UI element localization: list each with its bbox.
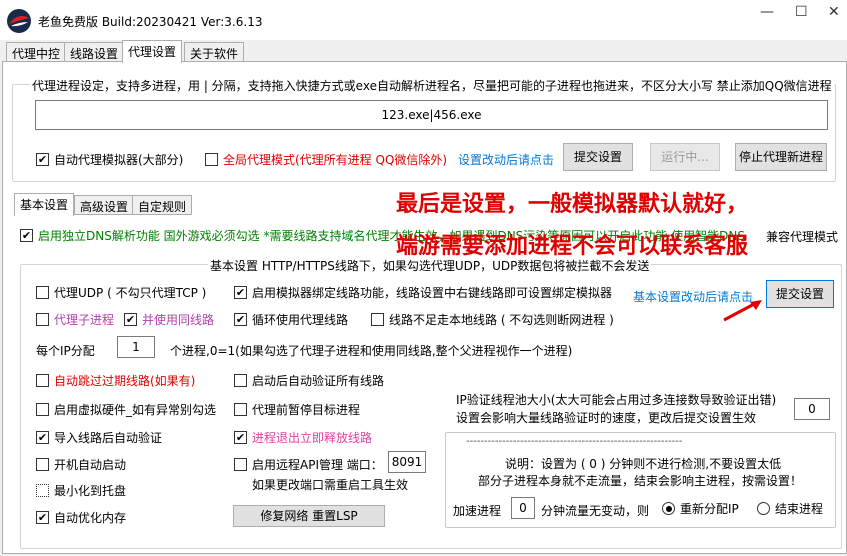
checkbox-checked-icon: ✔: [36, 153, 49, 166]
repair-network-button[interactable]: 修复网络 重置LSP: [233, 505, 385, 527]
bind-emulator-checkbox[interactable]: ✔ 启用模拟器绑定线路功能，线路设置中右键线路即可设置绑定模拟器: [234, 284, 612, 301]
cycle-lines-checkbox[interactable]: ✔ 循环使用代理线路: [234, 311, 348, 328]
pause-target-checkbox[interactable]: 代理前暂停目标进程: [234, 401, 360, 418]
radio-empty-icon: [757, 502, 770, 515]
checkbox-checked-icon: ✔: [36, 511, 49, 524]
checkbox-checked-icon: ✔: [36, 431, 49, 444]
verify-on-start-checkbox[interactable]: 启动后自动验证所有线路: [234, 372, 384, 389]
running-button[interactable]: 运行中...: [650, 143, 720, 171]
per-ip-input[interactable]: 1: [117, 336, 155, 358]
checkbox-empty-icon: [234, 374, 247, 387]
proxy-process-group-title: 代理进程设定，支持多进程，用 | 分隔，支持拖入快捷方式或exe自动解析进程名，…: [30, 77, 834, 94]
note-line-2: 部分子进程本身就不走流量，结束会影响主进程，按需设置！: [478, 474, 803, 488]
pool-title: IP验证线程池大小(太大可能会占用过多连接数导致验证出错): [456, 393, 777, 407]
accel-desc: 分钟流量无变动，则: [541, 504, 650, 518]
stop-proxy-button[interactable]: 停止代理新进程: [735, 143, 827, 171]
radio-selected-icon: [662, 502, 675, 515]
maximize-button[interactable]: ☐: [795, 4, 808, 20]
per-ip-desc: 个进程,0=1(如果勾选了代理子进程和使用同线路,整个父进程视作一个进程): [170, 344, 573, 358]
verify-after-import-checkbox[interactable]: ✔ 导入线路后自动验证: [36, 429, 162, 446]
checkbox-checked-icon: ✔: [20, 229, 33, 242]
overlay-line-2: 端游需要添加进程不会可以联系客服: [396, 234, 749, 259]
fish-logo-icon: [7, 9, 31, 33]
auto-emulator-checkbox[interactable]: ✔ 自动代理模拟器(大部分): [36, 151, 183, 168]
tab-about[interactable]: 关于软件: [184, 42, 245, 62]
pool-desc: 设置会影响大量线路验证时的速度，更改后提交设置生效: [456, 411, 757, 425]
checkbox-checked-icon: ✔: [234, 286, 247, 299]
proxy-udp-checkbox[interactable]: 代理UDP ( 不勾只代理TCP ): [36, 284, 206, 301]
checkbox-empty-icon: [36, 403, 49, 416]
checkbox-empty-icon: [36, 374, 49, 387]
auto-optimize-checkbox[interactable]: ✔ 自动优化内存: [36, 509, 126, 526]
port-note: 如果更改端口需重启工具生效: [252, 478, 409, 492]
process-hint: 设置改动后请点击: [458, 153, 555, 167]
per-ip-label: 每个IP分配: [36, 344, 95, 358]
dash-line: ----------------------------------------…: [466, 436, 683, 447]
close-button[interactable]: ✕: [828, 4, 840, 20]
accel-minutes-input[interactable]: 0: [511, 497, 535, 519]
subtab-advanced[interactable]: 高级设置: [74, 195, 135, 215]
checkbox-empty-icon: [205, 153, 218, 166]
tab-lines[interactable]: 线路设置: [64, 42, 125, 62]
release-on-exit-checkbox[interactable]: ✔ 进程退出立即释放线路: [234, 429, 372, 446]
port-input[interactable]: 8091: [388, 451, 426, 473]
tab-control[interactable]: 代理中控: [6, 42, 67, 62]
same-line-checkbox[interactable]: ✔ 并使用同线路: [124, 311, 214, 328]
global-mode-checkbox[interactable]: 全局代理模式(代理所有进程 QQ微信除外): [205, 151, 447, 168]
checkbox-empty-icon: [36, 286, 49, 299]
skip-expired-checkbox[interactable]: 自动跳过过期线路(如果有): [36, 372, 195, 389]
subtab-custom-rules[interactable]: 自定规则: [132, 195, 193, 215]
checkbox-checked-icon: ✔: [124, 313, 137, 326]
checkbox-empty-icon: [234, 458, 247, 471]
no-local-checkbox[interactable]: 线路不足走本地线路 ( 不勾选则断网进程 ): [371, 311, 614, 328]
virtual-hw-checkbox[interactable]: 启用虚拟硬件_如有异常别勾选: [36, 401, 216, 418]
overlay-line-1: 最后是设置，一般模拟器默认就好，: [396, 192, 749, 217]
minimize-button[interactable]: —: [760, 4, 774, 20]
checkbox-empty-icon: [371, 313, 384, 326]
accel-label: 加速进程: [453, 504, 502, 518]
title-bar: 老鱼免费版 Build:20230421 Ver:3.6.13 — ☐ ✕: [0, 0, 847, 40]
remote-api-checkbox[interactable]: 启用远程API管理 端口：: [234, 456, 383, 473]
checkbox-empty-icon: [36, 313, 49, 326]
checkbox-empty-icon: [36, 458, 49, 471]
checkbox-checked-icon: ✔: [234, 431, 247, 444]
realloc-ip-radio[interactable]: 重新分配IP: [662, 500, 739, 517]
arrow-icon: [723, 300, 762, 322]
subtab-basic[interactable]: 基本设置: [14, 193, 75, 216]
autostart-checkbox[interactable]: 开机自动启动: [36, 456, 126, 473]
submit-proxy-button[interactable]: 提交设置: [563, 143, 633, 171]
end-process-radio[interactable]: 结束进程: [757, 500, 823, 517]
tab-proxy-settings[interactable]: 代理设置: [122, 40, 183, 63]
window-title: 老鱼免费版 Build:20230421 Ver:3.6.13: [38, 15, 263, 29]
checkbox-empty-icon: [234, 403, 247, 416]
process-input[interactable]: 123.exe|456.exe: [35, 100, 828, 130]
proxy-child-checkbox[interactable]: 代理子进程: [36, 311, 114, 328]
note-line-1: 说明：设置为 ( 0 ) 分钟则不进行检测,不要设置太低: [505, 457, 782, 471]
submit-basic-button[interactable]: 提交设置: [766, 280, 834, 308]
checkbox-empty-icon: [36, 484, 49, 497]
minimize-tray-checkbox[interactable]: 最小化到托盘: [36, 482, 126, 499]
pool-size-input[interactable]: 0: [794, 398, 830, 420]
compat-mode-label: 兼容代理模式: [766, 228, 839, 245]
checkbox-checked-icon: ✔: [234, 313, 247, 326]
